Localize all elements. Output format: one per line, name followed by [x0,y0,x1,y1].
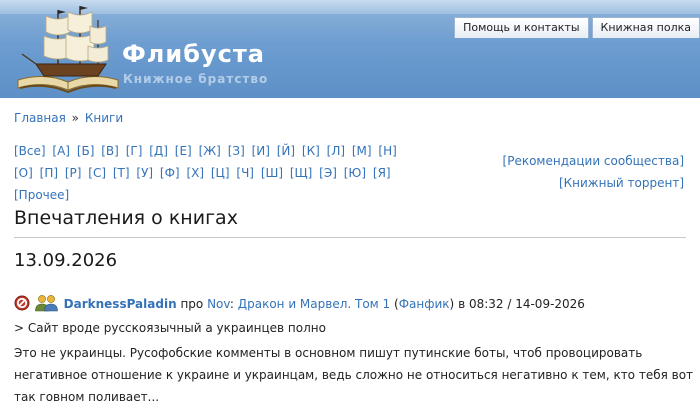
ship-logo-icon[interactable] [14,2,122,98]
recommendations-link[interactable]: [Рекомендации сообщества] [503,154,684,168]
letter-link[interactable]: [П] [40,166,58,180]
letter-link[interactable]: [К] [302,144,320,158]
letter-link[interactable]: [Ф] [160,166,180,180]
letter-link[interactable]: [С] [88,166,106,180]
tab-book-shelf[interactable]: Книжная полка [591,17,700,38]
author-colon: : [229,297,234,311]
letter-link[interactable]: [А] [52,144,70,158]
review-header: DarknessPaladin про Nov: Дракон и Марвел… [14,294,694,315]
letter-link[interactable]: [И] [252,144,270,158]
breadcrumb: Главная » Книги [14,111,123,125]
letter-link[interactable]: [Э] [319,166,337,180]
letter-link[interactable]: [Т] [113,166,130,180]
side-links: [Рекомендации сообщества] [Книжный торре… [434,150,684,194]
genre-close-paren: ) [449,297,455,311]
letter-link[interactable]: [З] [228,144,245,158]
letter-link[interactable]: [Щ] [290,166,313,180]
tab-help-contacts[interactable]: Помощь и контакты [454,17,589,38]
letter-link[interactable]: [Я] [373,166,391,180]
letter-link[interactable]: [Е] [175,144,192,158]
breadcrumb-books-link[interactable]: Книги [85,111,123,125]
letter-link[interactable]: [У] [136,166,153,180]
ban-icon[interactable] [14,295,30,314]
review-username[interactable]: DarknessPaladin [64,297,177,311]
letter-link-all[interactable]: [Все] [14,144,46,158]
page-title: Впечатления о книгах [14,207,238,229]
letter-link[interactable]: [Л] [327,144,345,158]
letter-link[interactable]: [М] [352,144,372,158]
book-torrent-link[interactable]: [Книжный торрент] [559,176,684,190]
alphabet-index: [Все] [А] [Б] [В] [Г] [Д] [Е] [Ж] [З] [И… [14,140,424,206]
author-link[interactable]: Nov [207,297,230,311]
date-heading: 13.09.2026 [14,250,118,271]
letter-link[interactable]: [В] [101,144,119,158]
letter-link[interactable]: [Ц] [211,166,230,180]
title-divider [14,237,686,238]
letter-link[interactable]: [Д] [149,144,168,158]
breadcrumb-home-link[interactable]: Главная [14,111,66,125]
review-quote: > Сайт вроде русскоязычный а украинцев п… [14,321,326,335]
review-timestamp: в 08:32 / 14-09-2026 [458,297,585,311]
user-group-icon[interactable] [34,294,60,315]
book-title-link[interactable]: Дракон и Марвел. Том 1 [238,297,390,311]
letter-link[interactable]: [Х] [186,166,204,180]
letter-link[interactable]: [Н] [378,144,396,158]
site-header: Флибуста Книжное братство Помощь и конта… [0,0,700,98]
breadcrumb-separator: » [71,111,80,125]
letter-link[interactable]: [Ж] [199,144,221,158]
letter-link[interactable]: [Ш] [261,166,283,180]
letter-link-other[interactable]: [Прочее] [14,188,69,202]
genre-link[interactable]: Фанфик [399,297,450,311]
site-title[interactable]: Флибуста [122,40,265,68]
letter-link[interactable]: [Г] [126,144,143,158]
review-body: Это не украинцы. Русофобские комменты в … [14,346,694,404]
about-word: про [180,297,204,311]
letter-link[interactable]: [Ю] [344,166,366,180]
site-subtitle: Книжное братство [123,72,269,86]
letter-link[interactable]: [О] [14,166,33,180]
top-tabs: Помощь и контакты Книжная полка [451,17,700,38]
letter-link[interactable]: [Й] [277,144,295,158]
letter-link[interactable]: [Б] [77,144,95,158]
letter-link[interactable]: [Р] [65,166,82,180]
letter-link[interactable]: [Ч] [236,166,254,180]
